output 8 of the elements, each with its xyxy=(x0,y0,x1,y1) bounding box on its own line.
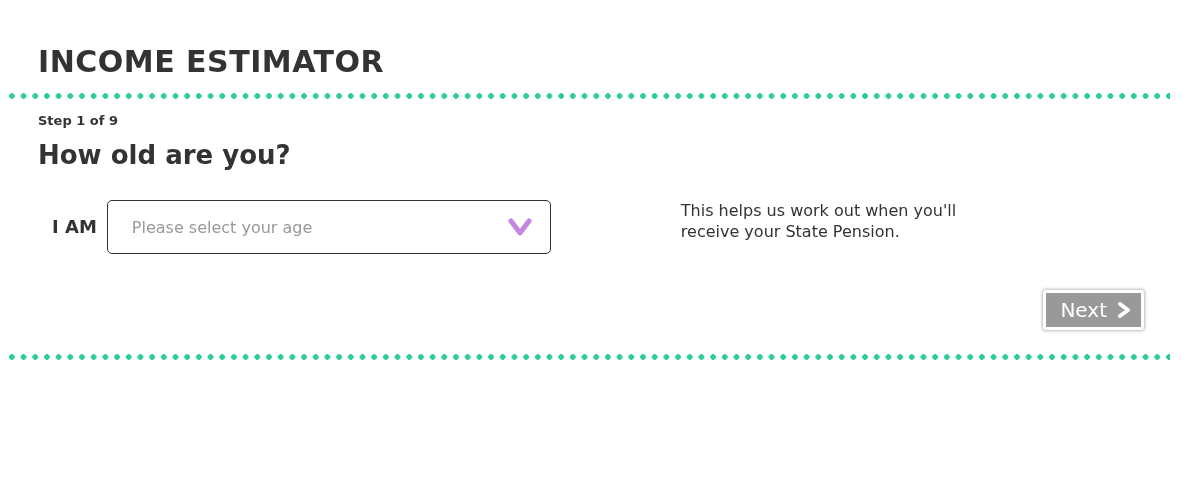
page-title: INCOME ESTIMATOR xyxy=(38,43,386,81)
chevron-down-icon xyxy=(507,218,532,236)
question-heading: How old are you? xyxy=(38,140,292,170)
chevron-right-icon xyxy=(1117,301,1131,319)
step-indicator: Step 1 of 9 xyxy=(38,113,119,128)
age-select[interactable]: Please select your age xyxy=(106,200,551,254)
field-label: I AM xyxy=(52,216,97,237)
help-text: This helps us work out when you'll receive your State Pension. xyxy=(680,200,958,242)
